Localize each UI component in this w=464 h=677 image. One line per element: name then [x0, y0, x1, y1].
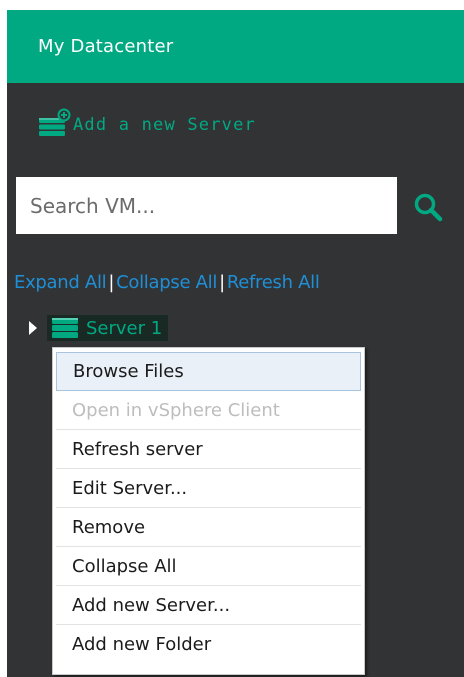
- expand-all-link[interactable]: Expand All: [14, 272, 107, 293]
- menu-item-add-new-server[interactable]: Add new Server...: [56, 586, 361, 625]
- link-separator: |: [219, 272, 225, 293]
- tree-actions: Expand All | Collapse All | Refresh All: [14, 269, 320, 297]
- panel-header: My Datacenter: [7, 10, 464, 83]
- menu-item-remove[interactable]: Remove: [56, 508, 361, 547]
- server-node[interactable]: Server 1: [47, 315, 169, 341]
- menu-item-browse-files[interactable]: Browse Files: [56, 352, 361, 391]
- refresh-all-link[interactable]: Refresh All: [227, 272, 320, 293]
- server-stack-icon: [52, 318, 78, 338]
- add-server-label: Add a new Server: [73, 115, 256, 135]
- menu-item-refresh-server[interactable]: Refresh server: [56, 430, 361, 469]
- tree-node-server-1: Server 1: [29, 315, 169, 341]
- collapse-all-link[interactable]: Collapse All: [116, 272, 217, 293]
- expand-arrow-icon[interactable]: [29, 321, 37, 335]
- menu-item-add-new-folder[interactable]: Add new Folder: [56, 625, 361, 664]
- datacenter-panel: My Datacenter Add a new Server Expand Al…: [7, 10, 464, 677]
- context-menu: Browse Files Open in vSphere Client Refr…: [52, 347, 365, 675]
- search-icon[interactable]: [413, 192, 443, 222]
- add-server-button[interactable]: Add a new Server: [37, 108, 256, 138]
- server-node-label: Server 1: [86, 317, 163, 339]
- link-separator: |: [108, 272, 115, 293]
- menu-item-edit-server[interactable]: Edit Server...: [56, 469, 361, 508]
- search-input[interactable]: [16, 177, 397, 234]
- add-server-icon: [39, 108, 71, 136]
- menu-item-open-vsphere-client: Open in vSphere Client: [56, 391, 361, 430]
- page-title: My Datacenter: [38, 36, 174, 57]
- menu-item-collapse-all[interactable]: Collapse All: [56, 547, 361, 586]
